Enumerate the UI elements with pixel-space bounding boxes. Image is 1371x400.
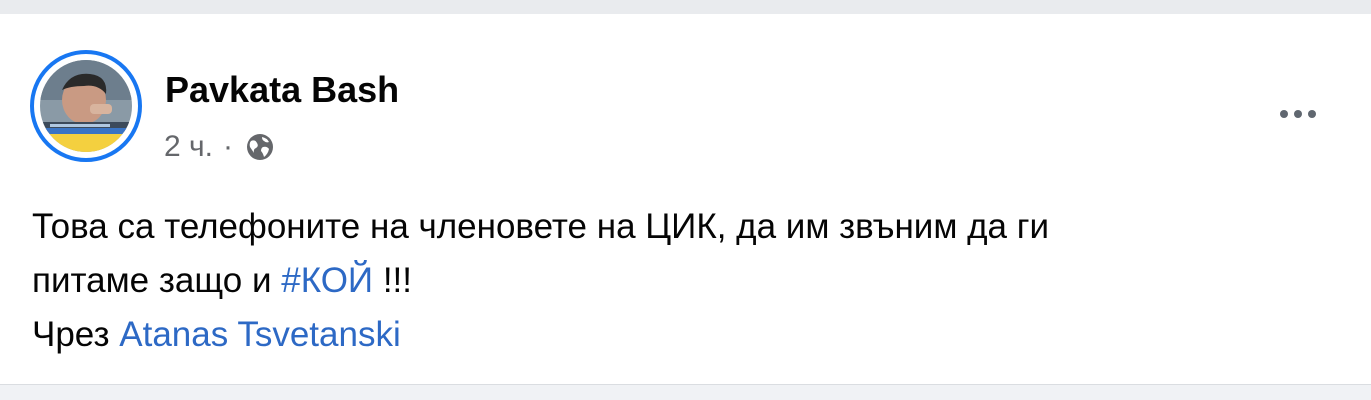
post-text-prefix: питаме защо и (32, 261, 282, 300)
post-timestamp[interactable]: 2 ч. (164, 130, 213, 164)
post-via-line: Чрез Atanas Tsvetanski (32, 308, 1332, 362)
hashtag-link[interactable]: #КОЙ (281, 261, 373, 300)
meta-separator: · (222, 130, 233, 163)
author-avatar[interactable] (30, 50, 142, 162)
post-body: Това са телефоните на членовете на ЦИК, … (32, 200, 1332, 362)
bottom-divider (0, 385, 1371, 400)
post-text-line-2: питаме защо и #КОЙ !!! (32, 254, 1332, 308)
post-text-suffix: !!! (373, 261, 412, 300)
top-divider (0, 0, 1371, 14)
more-options-icon (1294, 110, 1302, 118)
via-profile-link[interactable]: Atanas Tsvetanski (119, 315, 400, 354)
more-options-icon (1280, 110, 1288, 118)
avatar-photo (40, 60, 132, 152)
more-options-icon (1308, 110, 1316, 118)
post-text-line-1: Това са телефоните на членовете на ЦИК, … (32, 207, 1050, 246)
author-name[interactable]: Pavkata Bash (165, 66, 399, 114)
via-label: Чрез (32, 315, 120, 354)
more-options-button[interactable] (1266, 94, 1330, 134)
post-meta: 2 ч. · (164, 127, 275, 167)
post-card: Pavkata Bash 2 ч. · Това са телефоните н… (0, 14, 1371, 385)
globe-icon[interactable] (245, 132, 275, 162)
